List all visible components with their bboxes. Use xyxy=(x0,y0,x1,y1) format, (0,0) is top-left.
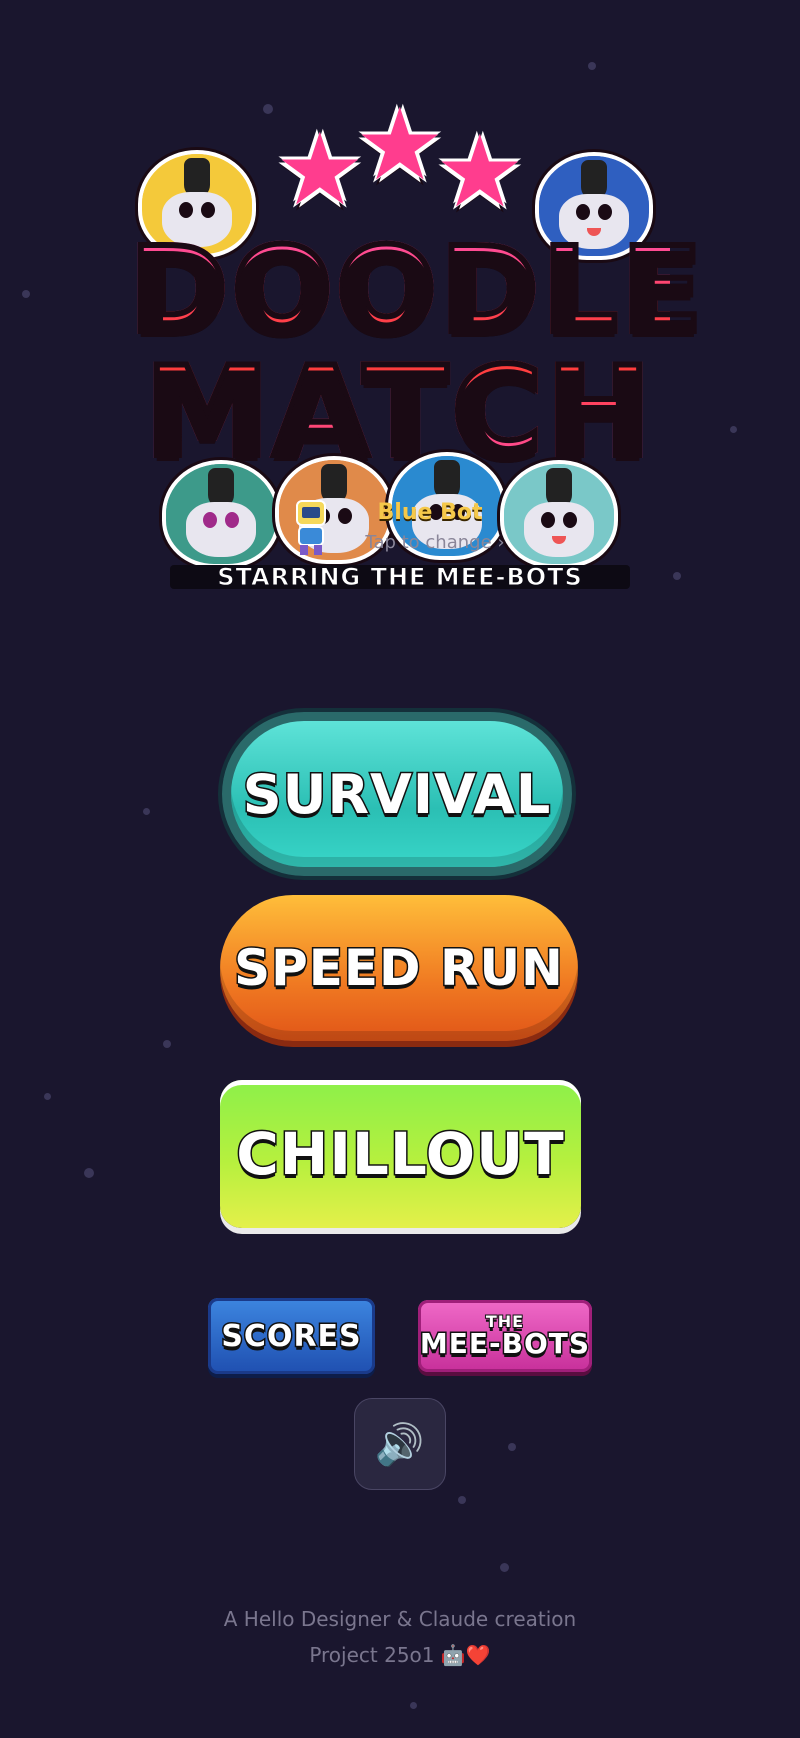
speed-run-button-label: SPEED RUN xyxy=(233,938,565,999)
green-bot-icon xyxy=(162,460,280,568)
character-change-hint[interactable]: Tap to change › xyxy=(360,532,510,553)
background-dot xyxy=(458,1496,466,1504)
speed-run-button[interactable]: SPEED RUN xyxy=(220,895,578,1041)
background-dot xyxy=(508,1443,516,1451)
logo-word-doodle: DOODLE xyxy=(127,221,707,359)
mee-bots-button[interactable]: THE MEE-BOTS xyxy=(418,1300,592,1372)
background-dot xyxy=(588,62,596,70)
scores-button[interactable]: SCORES xyxy=(208,1298,375,1374)
logo-star-icon: ★ xyxy=(275,111,365,228)
chillout-button-label: CHILLOUT xyxy=(235,1119,566,1190)
sound-toggle-button[interactable]: 🔊 xyxy=(354,1398,446,1490)
background-dot xyxy=(143,808,150,815)
survival-button-label: SURVIVAL xyxy=(241,761,552,827)
background-dot xyxy=(410,1702,417,1709)
footer-project: Project 25o1 🤖❤️ xyxy=(309,1643,491,1667)
teal-bot-icon xyxy=(500,460,618,568)
chillout-button[interactable]: CHILLOUT xyxy=(220,1080,581,1228)
survival-button[interactable]: SURVIVAL xyxy=(222,712,572,876)
logo-star-icon: ★ xyxy=(435,113,525,230)
background-dot xyxy=(730,426,737,433)
scores-button-label: SCORES xyxy=(220,1317,362,1355)
footer-credit: A Hello Designer & Claude creation xyxy=(223,1607,577,1631)
game-logo: ★ ★ ★ DOODLE DOODLE MATCH MATCH STARRING… xyxy=(127,95,707,600)
background-dot xyxy=(84,1168,94,1178)
background-dot xyxy=(500,1563,509,1572)
logo-tagline: STARRING THE MEE-BOTS xyxy=(170,563,630,591)
mee-bots-button-label: MEE-BOTS xyxy=(418,1327,591,1360)
character-name[interactable]: Blue Bot xyxy=(370,500,490,525)
background-dot xyxy=(163,1040,171,1048)
background-dot xyxy=(22,290,30,298)
logo-star-icon: ★ xyxy=(355,86,445,203)
speaker-icon: 🔊 xyxy=(374,1421,426,1468)
selected-character-icon[interactable] xyxy=(285,497,337,559)
logo-tagline-text: STARRING THE MEE-BOTS xyxy=(217,563,583,591)
background-dot xyxy=(673,572,681,580)
background-dot xyxy=(44,1093,51,1100)
